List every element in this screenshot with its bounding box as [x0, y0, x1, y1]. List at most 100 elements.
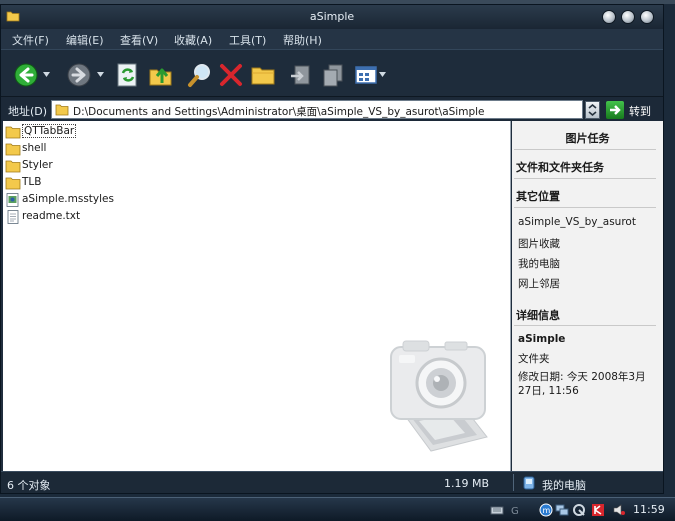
taskbar: G m 11:59 [0, 497, 675, 521]
picture-tasks-heading[interactable]: 图片任务 [512, 130, 663, 146]
list-item-readme[interactable]: readme.txt [5, 209, 205, 225]
menu-view[interactable]: 查看(V) [120, 32, 158, 48]
details-name: aSimple [518, 333, 566, 345]
menu-bar: 文件(F) 编辑(E) 查看(V) 收藏(A) 工具(T) 帮助(H) [1, 29, 663, 49]
clock[interactable]: 11:59 [633, 503, 665, 516]
title-bar[interactable]: aSimple [1, 5, 663, 29]
file-name: TLB [22, 176, 42, 188]
menu-help[interactable]: 帮助(H) [283, 32, 322, 48]
explorer-window: aSimple 文件(F) 编辑(E) 查看(V) 收藏(A) 工具(T) 帮助… [0, 4, 664, 494]
move-to-icon [291, 65, 310, 85]
folders-button[interactable] [250, 62, 276, 88]
search-icon [188, 64, 210, 87]
window-title: aSimple [309, 10, 355, 23]
search-button[interactable] [187, 62, 213, 88]
address-input[interactable]: D:\Documents and Settings\Administrator\… [51, 100, 583, 119]
file-name: Styler [22, 159, 53, 171]
total-size: 1.19 MB [444, 477, 490, 490]
divider [514, 325, 656, 326]
place-link-my-pictures[interactable]: 图片收藏 [518, 236, 560, 251]
refresh-button[interactable] [115, 62, 141, 88]
forward-button[interactable] [66, 62, 92, 88]
toolbar [1, 49, 663, 97]
place-link-my-computer[interactable]: 我的电脑 [518, 256, 560, 271]
views-dropdown-icon[interactable] [379, 72, 386, 78]
close-button[interactable] [640, 10, 654, 24]
messenger-icon[interactable]: m [539, 503, 553, 517]
back-arrow-icon [14, 63, 38, 87]
divider [514, 207, 656, 208]
list-item-tlb[interactable]: TLB [5, 175, 205, 191]
views-button[interactable] [354, 62, 380, 88]
folder-up-icon [149, 68, 172, 86]
list-item-shell[interactable]: shell [5, 141, 205, 157]
camera-watermark-icon [390, 340, 488, 452]
task-pane: 图片任务 文件和文件夹任务 其它位置 aSimple_VS_by_asurot … [512, 121, 663, 471]
other-places-heading[interactable]: 其它位置 [516, 188, 667, 204]
menu-file[interactable]: 文件(F) [12, 32, 49, 48]
antivirus-icon[interactable] [591, 503, 605, 517]
svg-text:G: G [511, 506, 519, 517]
chevron-updown-icon [588, 103, 597, 117]
minimize-button[interactable] [602, 10, 616, 24]
divider [514, 149, 656, 150]
up-button[interactable] [148, 62, 174, 88]
back-button[interactable] [13, 62, 39, 88]
address-label: 地址(D) [8, 105, 48, 118]
folder-icon [251, 67, 275, 85]
maximize-button[interactable] [621, 10, 635, 24]
details-modified-cont: 27日, 11:56 [518, 385, 579, 397]
file-name: shell [22, 142, 47, 154]
file-name: aSimple.msstyles [22, 193, 114, 205]
copy-to-button[interactable] [320, 62, 346, 88]
svg-text:m: m [543, 506, 551, 515]
menu-tools[interactable]: 工具(T) [229, 32, 266, 48]
details-heading[interactable]: 详细信息 [516, 307, 667, 323]
computer-icon [523, 476, 535, 490]
views-icon [355, 66, 377, 84]
keyboard-icon[interactable] [490, 503, 504, 517]
folder-icon [55, 104, 69, 116]
divider [513, 474, 514, 491]
stop-button[interactable] [218, 62, 244, 88]
back-dropdown-icon[interactable] [43, 72, 50, 78]
refresh-icon [117, 63, 137, 87]
file-name: readme.txt [22, 210, 81, 222]
go-label: 转到 [629, 105, 651, 118]
volume-icon[interactable] [612, 503, 626, 517]
text-file-icon [7, 210, 19, 224]
forward-dropdown-icon[interactable] [97, 72, 104, 78]
network-icon[interactable] [555, 503, 569, 517]
menu-edit[interactable]: 编辑(E) [66, 32, 104, 48]
list-item-msstyles[interactable]: aSimple.msstyles [5, 192, 205, 208]
address-dropdown-button[interactable] [585, 101, 600, 119]
go-arrow-icon [606, 101, 624, 119]
desktop: aSimple 文件(F) 编辑(E) 查看(V) 收藏(A) 工具(T) 帮助… [0, 0, 675, 521]
file-tasks-heading[interactable]: 文件和文件夹任务 [516, 159, 667, 175]
folder-icon [5, 143, 21, 156]
file-list[interactable]: QTTabBar shell Styler TLB aSimple.msstyl… [3, 121, 511, 471]
settings-icon[interactable] [572, 503, 586, 517]
divider [514, 178, 656, 179]
folder-icon [5, 126, 21, 139]
copy-to-icon [323, 64, 343, 87]
status-bar: 6 个对象 1.19 MB 我的电脑 [1, 471, 663, 493]
object-count: 6 个对象 [7, 479, 51, 492]
msstyles-file-icon [6, 193, 19, 207]
list-item-qttabbar[interactable]: QTTabBar [5, 124, 205, 140]
forward-arrow-icon [67, 63, 91, 87]
location-label: 我的电脑 [542, 479, 586, 492]
folder-icon [5, 177, 21, 190]
address-bar: 地址(D) D:\Documents and Settings\Administ… [1, 97, 663, 121]
menu-favorites[interactable]: 收藏(A) [174, 32, 212, 48]
list-item-styler[interactable]: Styler [5, 158, 205, 174]
place-link-network[interactable]: 网上邻居 [518, 276, 560, 291]
ime-icon[interactable]: G [508, 503, 522, 517]
place-link-asimple-vs[interactable]: aSimple_VS_by_asurot [518, 216, 636, 228]
details-type: 文件夹 [518, 353, 550, 365]
close-icon [220, 64, 242, 86]
folder-icon [5, 160, 21, 173]
address-path: D:\Documents and Settings\Administrator\… [73, 106, 485, 118]
go-button[interactable]: 转到 [606, 101, 658, 119]
move-to-button[interactable] [289, 62, 315, 88]
